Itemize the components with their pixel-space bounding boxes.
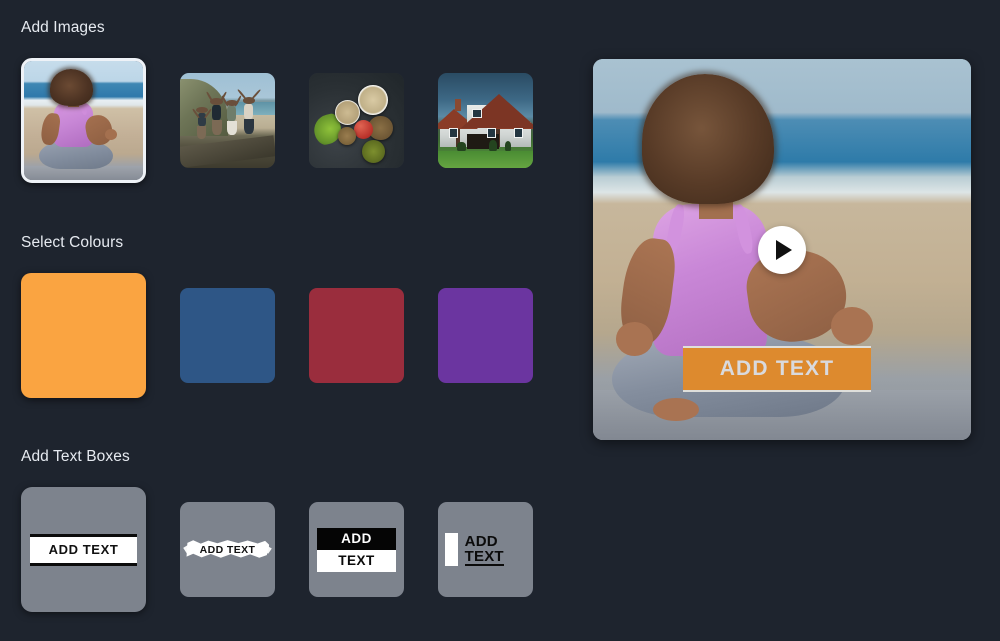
- textbox-label-top: ADD: [316, 527, 397, 550]
- colour-swatch-row: [21, 273, 533, 398]
- thumb-artwork: [180, 73, 275, 168]
- thumb-artwork: [24, 61, 143, 180]
- ruled-bar-graphic: ADD TEXT: [29, 533, 138, 566]
- add-text-boxes-title: Add Text Boxes: [21, 448, 130, 465]
- preview-text-overlay-fill: ADD TEXT: [683, 348, 871, 390]
- play-triangle: [776, 239, 792, 260]
- brush-stroke-graphic: ADD TEXT: [183, 537, 272, 563]
- preview-text-overlay[interactable]: ADD TEXT: [683, 346, 871, 392]
- textbox-style-ruled-bar[interactable]: ADD TEXT: [21, 487, 146, 612]
- preview-overlay-label: ADD TEXT: [719, 357, 835, 380]
- textbox-label-bottom: TEXT: [464, 547, 504, 566]
- textbox-label-bottom: TEXT: [316, 549, 397, 572]
- image-thumb-woman-meditating-on-beach[interactable]: [21, 58, 146, 183]
- thumb-artwork: [438, 73, 533, 168]
- stacked-label: ADD TEXT: [464, 532, 504, 566]
- select-colours-title: Select Colours: [21, 234, 124, 251]
- textbox-label: ADD TEXT: [48, 541, 119, 557]
- image-editor-page: Add Images Select Colours Add Text Boxes…: [0, 0, 1000, 641]
- image-thumb-friends-jumping-on-dune[interactable]: [180, 73, 275, 168]
- image-thumb-healthy-food-flatlay[interactable]: [309, 73, 404, 168]
- colour-swatch-red[interactable]: [309, 288, 404, 383]
- textbox-style-bar-underline[interactable]: ADD TEXT: [438, 502, 533, 597]
- textbox-label: ADD TEXT: [199, 543, 256, 556]
- colour-swatch-blue[interactable]: [180, 288, 275, 383]
- image-thumb-suburban-house-exterior[interactable]: [438, 73, 533, 168]
- textbox-label-top: ADD: [464, 532, 498, 550]
- colour-swatch-orange[interactable]: [21, 273, 146, 398]
- play-icon[interactable]: [758, 225, 806, 274]
- accent-bar: [444, 533, 458, 566]
- textbox-style-row: ADD TEXT ADD TEXT ADD TEXT ADD TEXT: [21, 487, 533, 612]
- thumb-artwork: [309, 73, 404, 168]
- colour-swatch-purple[interactable]: [438, 288, 533, 383]
- editor-controls-column: Add Images Select Colours Add Text Boxes…: [0, 0, 570, 641]
- textbox-style-brush-stroke[interactable]: ADD TEXT: [180, 502, 275, 597]
- image-thumbnail-row: [21, 58, 533, 183]
- add-images-title: Add Images: [21, 19, 105, 36]
- split-block-graphic: ADD TEXT: [316, 527, 397, 572]
- video-preview[interactable]: ADD TEXT: [593, 59, 971, 440]
- bar-underline-graphic: ADD TEXT: [444, 532, 527, 566]
- textbox-style-split-block[interactable]: ADD TEXT: [309, 502, 404, 597]
